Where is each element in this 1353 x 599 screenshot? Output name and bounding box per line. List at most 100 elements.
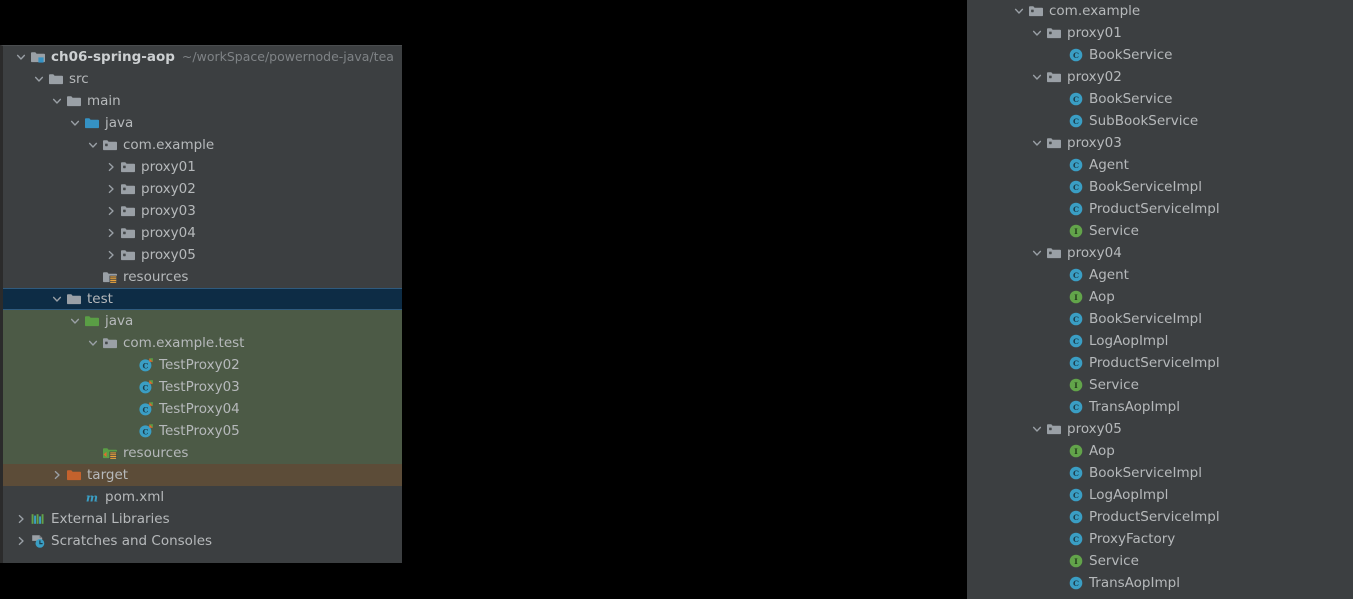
project-tree-row[interactable]: m pom.xml — [3, 486, 402, 508]
module-folder-icon — [30, 49, 46, 65]
packages-tree-row[interactable]: C BookServiceImpl — [967, 176, 1353, 198]
packages-tree-row[interactable]: C SubBookService — [967, 110, 1353, 132]
tree-node-label: LogAopImpl — [1089, 333, 1169, 349]
chevron-right-icon[interactable] — [105, 227, 117, 239]
packages-tree-row[interactable]: C BookService — [967, 44, 1353, 66]
package-icon — [120, 159, 136, 175]
chevron-down-icon[interactable] — [51, 95, 63, 107]
project-tree-row[interactable]: resources — [3, 266, 402, 288]
chevron-down-icon[interactable] — [1013, 5, 1025, 17]
tree-node-label: proxy05 — [141, 247, 196, 263]
project-tree-row[interactable]: proxy05 — [3, 244, 402, 266]
project-tree-row[interactable]: Scratches and Consoles — [3, 530, 402, 552]
project-tree-row[interactable]: com.example.test — [3, 332, 402, 354]
svg-text:I: I — [1074, 227, 1078, 236]
project-tree-row[interactable]: proxy02 — [3, 178, 402, 200]
packages-tree-row[interactable]: proxy02 — [967, 66, 1353, 88]
tree-node-label: test — [87, 291, 113, 307]
chevron-right-icon[interactable] — [105, 205, 117, 217]
project-tree-row[interactable]: C TestProxy05 — [3, 420, 402, 442]
project-tree-row[interactable]: resources — [3, 442, 402, 464]
packages-tree-row[interactable]: C Agent — [967, 264, 1353, 286]
project-tree-row[interactable]: src — [3, 68, 402, 90]
project-tree-row[interactable]: com.example — [3, 134, 402, 156]
tree-node-label: Agent — [1089, 267, 1129, 283]
packages-tree-row[interactable]: proxy03 — [967, 132, 1353, 154]
packages-tree-row[interactable]: I Aop — [967, 440, 1353, 462]
project-tree-row[interactable]: target — [3, 464, 402, 486]
chevron-right-icon[interactable] — [105, 161, 117, 173]
chevron-down-icon[interactable] — [1031, 71, 1043, 83]
packages-tree-row[interactable]: C BookServiceImpl — [967, 308, 1353, 330]
packages-tree-row[interactable]: proxy01 — [967, 22, 1353, 44]
packages-tree-row[interactable]: C ProductServiceImpl — [967, 352, 1353, 374]
packages-tree-row[interactable]: C Agent — [967, 154, 1353, 176]
maven-file-icon: m — [84, 489, 100, 505]
project-tree-row[interactable]: C TestProxy03 — [3, 376, 402, 398]
project-tree-row[interactable]: C TestProxy02 — [3, 354, 402, 376]
packages-tree-row[interactable]: proxy04 — [967, 242, 1353, 264]
project-tree-row[interactable]: proxy04 — [3, 222, 402, 244]
packages-tree-row[interactable]: I Service — [967, 374, 1353, 396]
chevron-down-icon[interactable] — [1031, 137, 1043, 149]
package-icon — [1028, 3, 1044, 19]
project-path-label: ~/workSpace/powernode-java/tea — [181, 49, 394, 64]
packages-tree-row[interactable]: C ProductServiceImpl — [967, 198, 1353, 220]
tree-node-label: BookService — [1089, 91, 1173, 107]
chevron-down-icon[interactable] — [69, 117, 81, 129]
project-tree-row[interactable]: C TestProxy04 — [3, 398, 402, 420]
chevron-down-icon[interactable] — [87, 139, 99, 151]
packages-tree-row[interactable]: C BookServiceImpl — [967, 462, 1353, 484]
chevron-right-icon[interactable] — [15, 513, 27, 525]
project-tree-row[interactable]: ch06-spring-aop ~/workSpace/powernode-jav… — [3, 46, 402, 68]
packages-tree-row[interactable]: C ProductServiceImpl — [967, 506, 1353, 528]
packages-tree-row[interactable]: com.example — [967, 0, 1353, 22]
packages-tree-row[interactable]: C TransAopImpl — [967, 572, 1353, 594]
class-icon: C — [1068, 355, 1084, 371]
project-tool-window[interactable]: ch06-spring-aop ~/workSpace/powernode-jav… — [0, 45, 402, 563]
package-icon — [102, 335, 118, 351]
packages-tool-window[interactable]: com.example proxy01 C BookService proxy02 C Bo… — [967, 0, 1353, 599]
svg-text:C: C — [1073, 535, 1079, 544]
packages-tree-row[interactable]: C LogAopImpl — [967, 484, 1353, 506]
packages-tree-row[interactable]: proxy05 — [967, 418, 1353, 440]
class-icon: C — [1068, 311, 1084, 327]
chevron-right-icon[interactable] — [105, 183, 117, 195]
project-tree-row[interactable]: External Libraries — [3, 508, 402, 530]
chevron-down-icon[interactable] — [1031, 27, 1043, 39]
packages-tree-row[interactable]: C TransAopImpl — [967, 396, 1353, 418]
chevron-down-icon[interactable] — [1031, 247, 1043, 259]
chevron-down-icon[interactable] — [1031, 423, 1043, 435]
chevron-down-icon[interactable] — [69, 315, 81, 327]
project-tree-row[interactable]: java — [3, 310, 402, 332]
svg-text:C: C — [1073, 117, 1079, 126]
chevron-down-icon[interactable] — [87, 337, 99, 349]
project-tree-row[interactable]: java — [3, 112, 402, 134]
tree-node-label: java — [105, 313, 134, 329]
project-tree-row[interactable]: test — [3, 288, 402, 310]
chevron-right-icon[interactable] — [51, 469, 63, 481]
chevron-down-icon[interactable] — [33, 73, 45, 85]
chevron-right-icon[interactable] — [15, 535, 27, 547]
tree-node-label: Agent — [1089, 157, 1129, 173]
tree-node-label: ch06-spring-aop — [51, 49, 175, 65]
project-tree-row[interactable]: proxy03 — [3, 200, 402, 222]
packages-tree-row[interactable]: C BookService — [967, 88, 1353, 110]
packages-tree-row[interactable]: I Service — [967, 220, 1353, 242]
packages-tree-row[interactable]: I Service — [967, 550, 1353, 572]
svg-text:I: I — [1074, 293, 1078, 302]
package-icon — [102, 137, 118, 153]
tree-node-label: proxy05 — [1067, 421, 1122, 437]
chevron-down-icon[interactable] — [51, 293, 63, 305]
svg-text:I: I — [1074, 381, 1078, 390]
project-tree-row[interactable]: proxy01 — [3, 156, 402, 178]
project-tree-row[interactable]: main — [3, 90, 402, 112]
packages-tree-row[interactable]: C ProxyFactory — [967, 528, 1353, 550]
tree-node-label: ProductServiceImpl — [1089, 355, 1220, 371]
svg-text:C: C — [1073, 513, 1079, 522]
chevron-right-icon[interactable] — [105, 249, 117, 261]
packages-tree-row[interactable]: C LogAopImpl — [967, 330, 1353, 352]
packages-tree-row[interactable]: I Aop — [967, 286, 1353, 308]
chevron-down-icon[interactable] — [15, 51, 27, 63]
folder-gray-icon — [66, 291, 82, 307]
